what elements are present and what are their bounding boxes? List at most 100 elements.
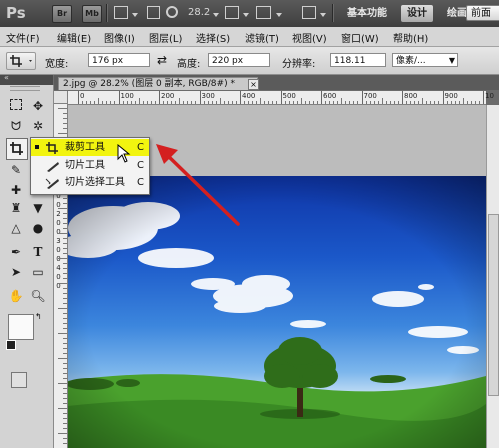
eyedropper-tool-icon[interactable]: ✎ xyxy=(8,162,24,178)
menu-view[interactable]: 视图(V) xyxy=(292,30,327,45)
blur-tool-icon[interactable]: △ xyxy=(8,220,24,236)
flyout-item-slice-tool[interactable]: 切片工具 C xyxy=(31,157,149,174)
type-tool-icon[interactable]: T xyxy=(30,244,46,260)
resolution-field[interactable]: 118.11 xyxy=(330,53,386,67)
ruler-minor-tick xyxy=(450,101,452,104)
ruler-tick xyxy=(321,91,322,104)
ruler-minor-tick xyxy=(58,383,67,384)
workspace-essentials[interactable]: 基本功能 xyxy=(340,5,394,22)
ruler-label: 400 xyxy=(242,92,256,100)
mini-bridge-button[interactable]: Mb xyxy=(82,5,102,23)
ruler-minor-tick xyxy=(58,433,67,434)
zoom-tool-icon[interactable]: 🔍︎ xyxy=(30,288,46,304)
menu-edit[interactable]: 编辑(E) xyxy=(57,30,91,45)
menu-filter[interactable]: 滤镜(T) xyxy=(245,30,279,45)
path-selection-tool-icon[interactable]: ➤ xyxy=(8,264,24,280)
hand-tool-icon[interactable] xyxy=(147,6,160,19)
workspace-design[interactable]: 设计 xyxy=(401,5,433,22)
ruler-label: 700 xyxy=(363,92,377,100)
ruler-minor-tick xyxy=(138,98,140,104)
ruler-label: 4 xyxy=(56,264,61,272)
ruler-minor-tick xyxy=(474,101,476,104)
document-tab[interactable]: 2.jpg @ 28.2% (图层 0 副本, RGB/8#) * xyxy=(58,77,258,90)
view-extras-icon[interactable] xyxy=(114,6,128,19)
document-title: 2.jpg @ 28.2% (图层 0 副本, RGB/8#) * xyxy=(63,79,235,89)
ruler-minor-tick xyxy=(63,123,67,124)
menu-window[interactable]: 窗口(W) xyxy=(341,30,379,45)
rectangle-tool-icon[interactable]: ▭ xyxy=(30,264,46,280)
flyout-item-crop-tool[interactable]: 裁剪工具 C xyxy=(31,139,149,156)
chevron-down-icon[interactable] xyxy=(320,13,326,17)
arrange-documents-icon[interactable] xyxy=(256,6,271,19)
ruler-minor-tick xyxy=(227,101,229,104)
tool-preset-picker[interactable] xyxy=(6,52,36,70)
ruler-minor-tick xyxy=(207,101,209,104)
horizontal-ruler[interactable]: 0 100 200 300 400 500 600 700 800 900 10 xyxy=(68,91,494,105)
pen-tool-icon[interactable]: ✒ xyxy=(8,244,24,260)
ruler-minor-tick xyxy=(430,101,432,104)
collapse-icon[interactable]: « xyxy=(4,73,9,82)
ruler-minor-tick xyxy=(63,378,67,379)
default-colors-icon[interactable] xyxy=(6,340,16,350)
toolbox-header: « xyxy=(0,73,53,85)
close-icon[interactable]: × xyxy=(248,79,259,90)
foreground-color-swatch[interactable] xyxy=(8,314,34,340)
toolbox-grip[interactable] xyxy=(10,86,40,91)
ruler-minor-tick xyxy=(63,423,67,424)
dodge-tool-icon[interactable]: ● xyxy=(30,220,46,236)
chevron-down-icon[interactable] xyxy=(132,13,138,17)
swap-dimensions-icon[interactable]: ⇄ xyxy=(157,53,167,67)
chevron-down-icon[interactable] xyxy=(276,13,282,17)
screen-mode-icon[interactable] xyxy=(302,6,316,19)
magic-wand-tool-icon[interactable]: ✲ xyxy=(30,118,46,134)
ruler-origin[interactable] xyxy=(54,91,68,104)
scrollbar-thumb[interactable] xyxy=(488,214,499,396)
paint-bucket-tool-icon[interactable]: ▼ xyxy=(30,200,46,216)
ruler-tick xyxy=(442,91,444,104)
ruler-minor-tick xyxy=(154,101,156,104)
resolution-unit-value: 像素/... xyxy=(396,56,426,66)
chevron-down-icon: ▼ xyxy=(448,56,455,65)
menu-image[interactable]: 图像(I) xyxy=(104,30,135,45)
width-field[interactable]: 176 px xyxy=(88,53,150,67)
menu-layer[interactable]: 图层(L) xyxy=(149,30,182,45)
ruler-minor-tick xyxy=(316,101,318,104)
ruler-minor-tick xyxy=(333,101,335,104)
healing-brush-tool-icon[interactable]: ✚ xyxy=(8,182,24,198)
menu-select[interactable]: 选择(S) xyxy=(196,30,230,45)
ruler-minor-tick xyxy=(63,218,67,219)
hand-tool-icon[interactable]: ✋ xyxy=(8,288,24,304)
menu-file[interactable]: 文件(F) xyxy=(6,30,40,45)
flyout-item-slice-select-tool[interactable]: 切片选择工具 C xyxy=(31,174,149,191)
ruler-minor-tick xyxy=(58,283,67,284)
zoom-tool-icon[interactable] xyxy=(166,6,178,18)
document-canvas[interactable] xyxy=(68,176,486,448)
ruler-minor-tick xyxy=(422,98,424,104)
crop-tool-icon[interactable] xyxy=(6,138,28,160)
bridge-button[interactable]: Br xyxy=(52,5,72,23)
lasso-tool-icon[interactable]: ᗢ xyxy=(8,118,24,134)
ruler-minor-tick xyxy=(58,133,67,134)
swap-colors-icon[interactable]: ↰ xyxy=(35,312,42,321)
crop-icon xyxy=(46,142,58,154)
grid-icon[interactable] xyxy=(225,6,239,19)
ruler-label: 2 xyxy=(56,210,61,218)
ruler-tick xyxy=(159,91,160,104)
move-tool-icon[interactable]: ✥ xyxy=(30,98,46,114)
ruler-minor-tick xyxy=(223,101,225,104)
chevron-down-icon[interactable] xyxy=(213,13,219,17)
quick-mask-icon[interactable] xyxy=(11,372,27,388)
front-image-button[interactable]: 前面 xyxy=(466,5,499,21)
ruler-minor-tick xyxy=(63,113,67,114)
ruler-label: 0 xyxy=(56,255,61,263)
zoom-level[interactable]: 28.2 xyxy=(188,7,210,18)
marquee-tool-icon[interactable] xyxy=(8,98,24,114)
resolution-unit-select[interactable]: 像素/... ▼ xyxy=(392,53,458,67)
chevron-down-icon[interactable] xyxy=(243,13,249,17)
height-field[interactable]: 220 px xyxy=(208,53,270,67)
ruler-minor-tick xyxy=(58,358,67,359)
ruler-minor-tick xyxy=(63,438,67,439)
menu-help[interactable]: 帮助(H) xyxy=(393,30,428,45)
clone-stamp-tool-icon[interactable]: ♜ xyxy=(8,200,24,216)
ruler-tick xyxy=(118,91,120,104)
